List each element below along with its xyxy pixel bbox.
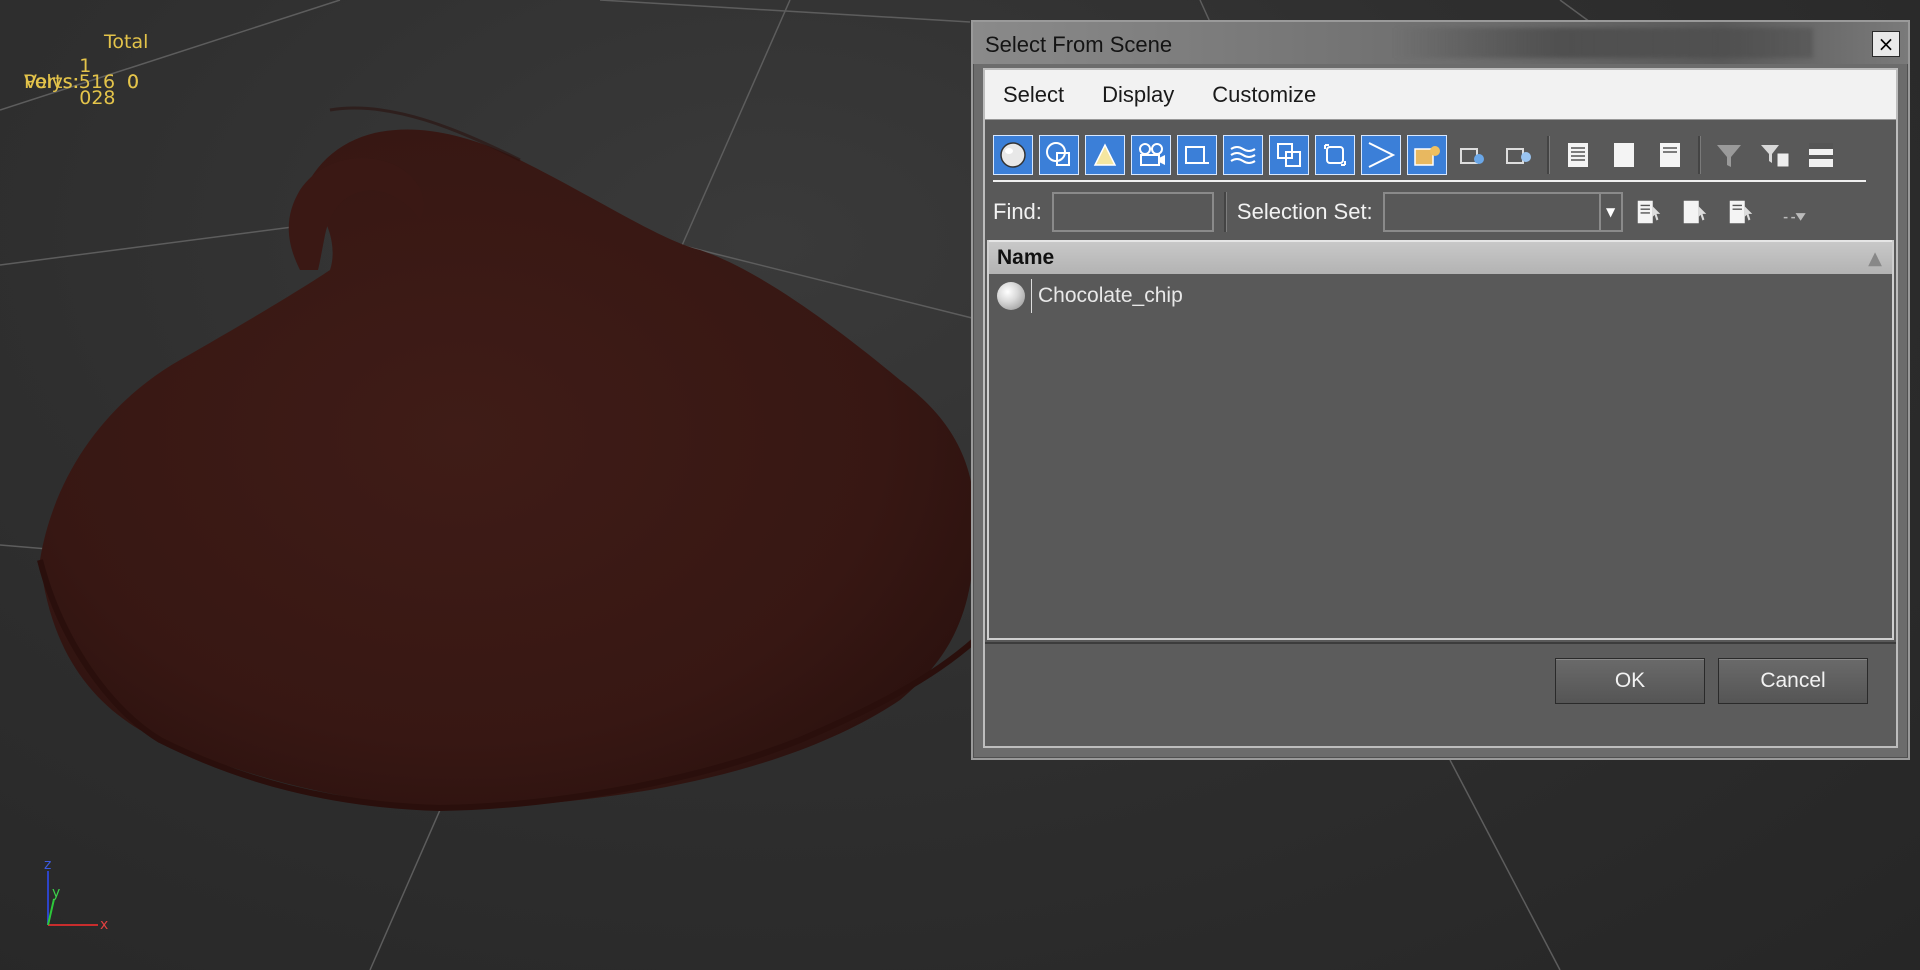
- panel-icon: [1809, 143, 1833, 167]
- selection-set-add-icon: [1637, 200, 1660, 224]
- select-from-scene-dialog[interactable]: Select From Scene × Select Display Custo…: [971, 20, 1910, 760]
- filter-cameras-button[interactable]: [1131, 135, 1171, 175]
- stats-verts-row: Verts: 516 0: [24, 62, 144, 102]
- bone-icon: [1368, 142, 1396, 168]
- particle-icon: [1460, 148, 1484, 164]
- verts-label: Verts:: [24, 71, 79, 93]
- viewport-statistics: Total Polys: 1 028 0 Verts: 516 0: [20, 26, 148, 109]
- remove-selection-set-button[interactable]: [1675, 192, 1715, 232]
- list-item[interactable]: Chocolate_chip: [993, 276, 1888, 316]
- dialog-options-button[interactable]: [1801, 135, 1841, 175]
- chevron-down-icon[interactable]: ▼: [1600, 192, 1623, 232]
- menu-customize[interactable]: Customize: [1212, 82, 1316, 108]
- toolbar-separator: [1547, 136, 1550, 174]
- titlebar-blur: [1393, 28, 1813, 58]
- frozen-icon: [1506, 148, 1531, 164]
- menu-select[interactable]: Select: [1003, 82, 1064, 108]
- geometry-sphere-icon: [997, 282, 1025, 310]
- gizmo-y-label: y: [52, 885, 60, 901]
- filter-geometry-button[interactable]: [993, 135, 1033, 175]
- group-icon: [1277, 143, 1301, 167]
- sort-arrow-icon: ▲: [1868, 248, 1882, 269]
- spacewarp-icon: [1230, 146, 1256, 164]
- select-invert-icon: [1660, 143, 1680, 167]
- find-separator: [1223, 192, 1227, 232]
- select-none-icon: [1614, 143, 1634, 167]
- create-selection-set-button[interactable]: [1629, 192, 1669, 232]
- filter-xrefs-button[interactable]: [1315, 135, 1355, 175]
- filter-helpers-button[interactable]: [1177, 135, 1217, 175]
- axis-gizmo-icon: z y x: [44, 857, 108, 933]
- object-list[interactable]: Name ▲ Chocolate_chip: [987, 240, 1894, 640]
- verts-selected: 0: [126, 71, 139, 93]
- filter-frozen-button[interactable]: [1499, 135, 1539, 175]
- shapes-icon: [1046, 142, 1070, 166]
- edit-selection-set-button[interactable]: [1721, 192, 1761, 232]
- filter-lights-button[interactable]: [1085, 135, 1125, 175]
- helper-tape-icon: [1185, 146, 1209, 164]
- select-none-button[interactable]: [1604, 135, 1644, 175]
- selection-set-dropdown[interactable]: [1382, 192, 1601, 232]
- gizmo-x-label: x: [100, 917, 108, 933]
- filter-toolbar: [993, 130, 1866, 182]
- selection-set-edit-icon: [1729, 200, 1752, 224]
- toolbar-separator: [1698, 136, 1701, 174]
- column-name-header[interactable]: Name: [997, 246, 1054, 270]
- funnel-list-icon: [1761, 145, 1790, 168]
- container-icon: [1414, 146, 1440, 166]
- select-invert-button[interactable]: [1650, 135, 1690, 175]
- select-all-icon: [1568, 143, 1588, 167]
- dialog-titlebar[interactable]: Select From Scene ×: [973, 22, 1908, 64]
- selection-set-label: Selection Set:: [1236, 199, 1373, 224]
- selection-set-remove-icon: [1683, 200, 1706, 224]
- filter-groups-button[interactable]: [1269, 135, 1309, 175]
- filter-particles-button[interactable]: [1453, 135, 1493, 175]
- select-all-button[interactable]: [1558, 135, 1598, 175]
- filter-button[interactable]: [1709, 135, 1749, 175]
- gizmo-z-label: z: [44, 857, 51, 873]
- funnel-icon: [1717, 145, 1741, 167]
- filter-containers-button[interactable]: [1407, 135, 1447, 175]
- overflow-chevron-icon: [1783, 213, 1806, 221]
- chocolate-chip-model: [37, 106, 977, 812]
- dialog-body: Select Display Customize Find: Selection…: [983, 68, 1898, 748]
- menu-bar: Select Display Customize: [985, 70, 1896, 120]
- close-button[interactable]: ×: [1872, 31, 1900, 57]
- camera-icon: [1139, 143, 1165, 166]
- cancel-button[interactable]: Cancel: [1718, 658, 1868, 704]
- filter-options-button[interactable]: [1755, 135, 1795, 175]
- filter-spacewarps-button[interactable]: [1223, 135, 1263, 175]
- filter-bones-button[interactable]: [1361, 135, 1401, 175]
- toolbar-overflow-button[interactable]: [1775, 192, 1815, 232]
- list-header[interactable]: Name ▲: [989, 240, 1892, 274]
- find-input[interactable]: [1051, 192, 1214, 232]
- row-separator: [1031, 279, 1032, 313]
- find-row: Find: Selection Set: ▼: [993, 188, 1888, 236]
- dialog-footer: OK Cancel: [985, 642, 1896, 746]
- verts-total: 516: [78, 71, 116, 93]
- filter-shapes-button[interactable]: [1039, 135, 1079, 175]
- geometry-sphere-icon: [1000, 142, 1026, 168]
- xref-icon: [1324, 144, 1346, 166]
- light-icon: [1093, 143, 1117, 166]
- menu-display[interactable]: Display: [1102, 82, 1174, 108]
- ok-button[interactable]: OK: [1555, 658, 1705, 704]
- list-item-name: Chocolate_chip: [1038, 284, 1183, 307]
- dialog-title: Select From Scene: [985, 32, 1173, 57]
- find-label: Find:: [993, 199, 1042, 224]
